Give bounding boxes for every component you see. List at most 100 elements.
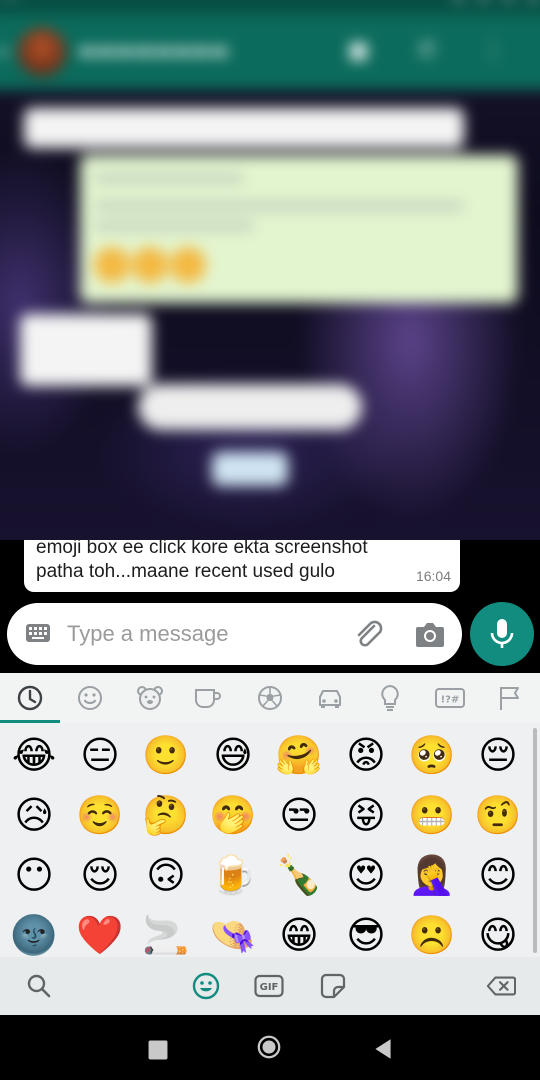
- tab-smileys[interactable]: [70, 683, 110, 713]
- active-tab-indicator: [0, 720, 60, 723]
- car-travel-icon: [319, 690, 341, 708]
- emoji-smiley-icon: [192, 972, 220, 1000]
- gif-label: GIF: [260, 982, 279, 993]
- coffee-cup-icon: [195, 689, 221, 708]
- composer-bar: Type a message: [0, 598, 540, 674]
- emoji-search-button[interactable]: [24, 971, 54, 1001]
- emoji-keyboard: !?# 😂 😑 🙂 😅 🤗 😡 🥺 😔 😥 ☺️ 🤔 🤭 😒 😝 😬 🤨 😶 😌 🙃 🍺 🍾 😍 🤦‍♀️ 😊 🌚 ❤️ 🚬 👒 😁 😎 ☹…: [0, 673, 540, 1015]
- gif-tab-button[interactable]: GIF: [254, 971, 284, 1001]
- emoji-key[interactable]: 😌: [74, 849, 126, 901]
- keyboard-icon[interactable]: [25, 623, 51, 643]
- recents-square-icon[interactable]: [145, 1037, 171, 1063]
- emoji-key[interactable]: 🤗: [273, 729, 325, 781]
- emoji-key[interactable]: 😡: [340, 729, 392, 781]
- emoji-key[interactable]: 😊: [472, 849, 524, 901]
- message-text-line-1: emoji box ee click kore ekta screenshot: [36, 537, 368, 558]
- emoji-key[interactable]: 😎: [340, 909, 392, 957]
- emoji-key[interactable]: 😝: [340, 789, 392, 841]
- emoji-key[interactable]: 🍺: [207, 849, 259, 901]
- flag-icon: [500, 687, 519, 710]
- tab-animals[interactable]: [130, 683, 170, 713]
- backspace-icon: [486, 976, 516, 996]
- emoji-keyboard-bottom-bar: GIF: [0, 957, 540, 1015]
- emoji-key[interactable]: 🤦‍♀️: [406, 849, 458, 901]
- emoji-key[interactable]: ☺️: [74, 789, 126, 841]
- emoji-key[interactable]: 😔: [472, 729, 524, 781]
- video-call-icon: ■: [348, 38, 369, 63]
- home-circle-icon[interactable]: [256, 1034, 282, 1060]
- emoji-key[interactable]: 😑: [74, 729, 126, 781]
- attach-paperclip-icon[interactable]: [352, 617, 386, 651]
- emoji-key[interactable]: ❤️: [74, 909, 126, 957]
- tab-recent[interactable]: [10, 683, 50, 713]
- smiley-icon: [78, 686, 102, 710]
- emoji-key[interactable]: 🤭: [207, 789, 259, 841]
- status-time: •••: [0, 0, 21, 4]
- backspace-button[interactable]: [486, 971, 516, 1001]
- emoji-key[interactable]: 🚬: [140, 909, 192, 957]
- chat-message-bubble[interactable]: emoji box ee click kore ekta screenshot …: [24, 537, 460, 592]
- emoji-key[interactable]: 👒: [207, 909, 259, 957]
- blurred-message-bubble: [24, 108, 464, 148]
- chat-background-blurred: ••• ▪ ▪ ▪ ▪ ← ▬▬▬▬▬▬▬▬ ■ ✆ ⋮: [0, 0, 540, 540]
- emoji-key[interactable]: 😬: [406, 789, 458, 841]
- blurred-image-bubble: [20, 314, 152, 386]
- tab-flags[interactable]: [490, 683, 530, 713]
- tab-travel[interactable]: [310, 683, 350, 713]
- message-input[interactable]: Type a message: [67, 621, 228, 647]
- status-icons: ▪ ▪ ▪ ▪: [454, 0, 540, 4]
- tab-food[interactable]: [188, 683, 228, 713]
- blurred-date-pill: [212, 452, 288, 486]
- emoji-key[interactable]: 🤔: [140, 789, 192, 841]
- system-navigation-bar: [0, 1015, 540, 1080]
- sticker-icon: [320, 973, 346, 999]
- emoji-key[interactable]: 🍾: [273, 849, 325, 901]
- blurred-reply-bubble: [80, 155, 518, 303]
- emoji-key[interactable]: 🙃: [140, 849, 192, 901]
- chat-app-bar: ← ▬▬▬▬▬▬▬▬ ■ ✆ ⋮: [0, 14, 540, 90]
- emoji-key[interactable]: 😍: [340, 849, 392, 901]
- message-text-line-2: patha toh...maane recent used gulo: [36, 561, 335, 582]
- message-input-container[interactable]: Type a message: [7, 603, 462, 665]
- contact-avatar: [18, 28, 66, 76]
- tab-activity[interactable]: [250, 683, 290, 713]
- emoji-key[interactable]: 😒: [273, 789, 325, 841]
- microphone-icon: [490, 619, 514, 648]
- symbols-icon: !?#: [435, 688, 465, 708]
- contact-name-blurred: ▬▬▬▬▬▬▬▬: [78, 38, 230, 62]
- tab-objects[interactable]: [370, 683, 410, 713]
- emoji-key[interactable]: 😋: [472, 909, 524, 957]
- camera-icon[interactable]: [414, 619, 446, 649]
- blurred-system-pill: [138, 384, 362, 430]
- emoji-key[interactable]: 🌚: [8, 909, 60, 957]
- emoji-key[interactable]: 😥: [8, 789, 60, 841]
- emoji-grid: 😂 😑 🙂 😅 🤗 😡 🥺 😔 😥 ☺️ 🤔 🤭 😒 😝 😬 🤨 😶 😌 🙃 🍺 🍾 😍 🤦‍♀️ 😊 🌚 ❤️ 🚬 👒 😁 😎 ☹️ 😋: [0, 725, 540, 957]
- gif-icon: GIF: [254, 974, 284, 998]
- emoji-scrollbar[interactable]: [533, 728, 537, 953]
- emoji-key[interactable]: 😁: [273, 909, 325, 957]
- soccer-ball-icon: [258, 686, 282, 710]
- lightbulb-icon: [381, 684, 399, 711]
- back-triangle-icon[interactable]: [370, 1036, 396, 1062]
- status-bar: ••• ▪ ▪ ▪ ▪: [0, 0, 540, 14]
- tab-symbols[interactable]: !?#: [430, 683, 470, 713]
- voice-record-button[interactable]: [470, 602, 534, 666]
- emoji-category-bar: !?#: [0, 673, 540, 723]
- emoji-key[interactable]: 😅: [207, 729, 259, 781]
- search-icon: [27, 974, 51, 998]
- voice-call-icon: ✆: [418, 38, 437, 63]
- blurred-layer: ••• ▪ ▪ ▪ ▪ ← ▬▬▬▬▬▬▬▬ ■ ✆ ⋮: [0, 0, 540, 540]
- recent-clock-icon: [17, 685, 43, 711]
- emoji-key[interactable]: 🙂: [140, 729, 192, 781]
- message-time: 16:04: [415, 568, 451, 584]
- emoji-key[interactable]: 😶: [8, 849, 60, 901]
- emoji-key[interactable]: 🥺: [406, 729, 458, 781]
- emoji-key[interactable]: ☹️: [406, 909, 458, 957]
- emoji-tab-button[interactable]: [191, 971, 221, 1001]
- emoji-key[interactable]: 🤨: [472, 789, 524, 841]
- bear-animal-icon: [137, 686, 163, 710]
- sticker-tab-button[interactable]: [318, 971, 348, 1001]
- symbols-label: !?#: [441, 695, 460, 706]
- more-options-icon: ⋮: [482, 38, 504, 63]
- emoji-key[interactable]: 😂: [8, 729, 60, 781]
